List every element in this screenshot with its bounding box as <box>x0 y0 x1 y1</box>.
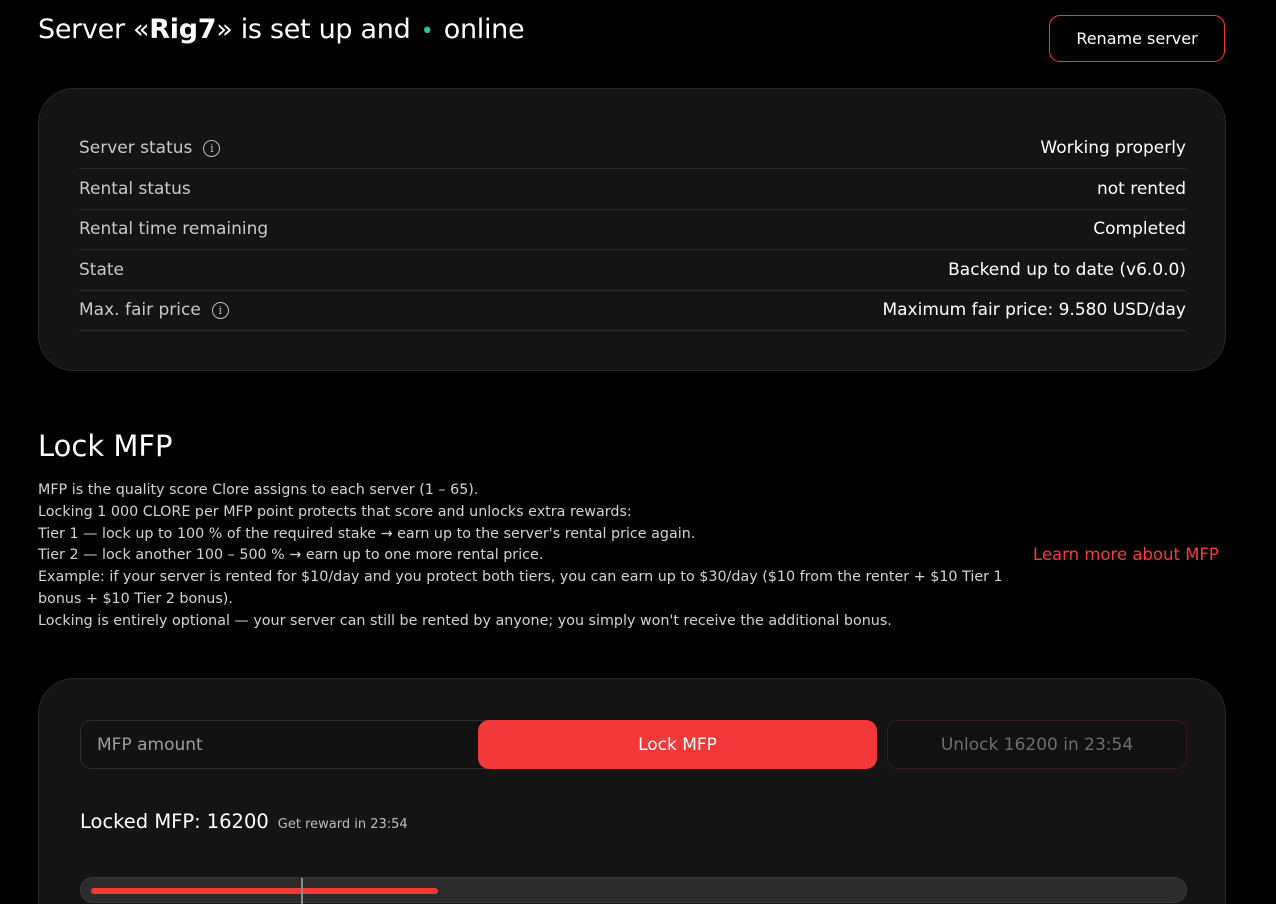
online-status-dot: • <box>420 19 434 44</box>
status-row-max-fair-price: Max. fair price i Maximum fair price: 9.… <box>79 290 1186 331</box>
status-value: Completed <box>1093 219 1186 239</box>
title-prefix: Server « <box>38 14 150 45</box>
lock-progress-fill <box>91 888 438 894</box>
status-value: not rented <box>1096 179 1186 199</box>
description-line: Locking is entirely optional — your serv… <box>38 612 892 629</box>
online-status-text: online <box>443 14 525 45</box>
status-row-server-status: Server status i Working properly <box>79 128 1186 169</box>
description-line: Tier 1 — lock up to 100 % of the require… <box>38 525 696 542</box>
description-line: MFP is the quality score Clore assigns t… <box>38 482 479 498</box>
title-middle: » is set up and <box>216 14 411 45</box>
lock-progress-marker <box>301 878 303 904</box>
locked-mfp-value: 16200 <box>206 810 269 833</box>
status-value: Backend up to date (v6.0.0) <box>948 260 1186 280</box>
info-icon[interactable]: i <box>203 139 221 157</box>
server-page: Server «Rig7» is set up and • online Ren… <box>0 0 1276 904</box>
status-row-rental-time: Rental time remaining Completed <box>79 209 1186 250</box>
lock-mfp-card: Lock MFP Unlock 16200 in 23:54 Locked MF… <box>38 678 1226 904</box>
lock-mfp-heading: Lock MFP <box>38 429 173 463</box>
status-label-wrap: Server status i <box>79 138 221 158</box>
info-icon[interactable]: i <box>211 301 229 319</box>
unlock-mfp-button[interactable]: Unlock 16200 in 23:54 <box>887 720 1187 769</box>
reward-countdown: Get reward in 23:54 <box>277 817 408 832</box>
status-value: Working properly <box>1040 138 1186 158</box>
status-label: Rental status <box>79 179 191 199</box>
locked-mfp-summary: Locked MFP: 16200 Get reward in 23:54 <box>80 810 408 833</box>
description-line: Tier 2 — lock another 100 – 500 % → earn… <box>38 547 544 564</box>
locked-mfp-label: Locked MFP: <box>80 810 201 833</box>
status-row-state: State Backend up to date (v6.0.0) <box>79 250 1186 291</box>
status-label: Rental time remaining <box>79 219 269 239</box>
server-name: Rig7 <box>149 14 217 45</box>
status-label: Max. fair price <box>79 300 201 320</box>
lock-progress-bar <box>80 877 1187 904</box>
description-line: Example: if your server is rented for $1… <box>38 569 1003 607</box>
learn-more-mfp-link[interactable]: Learn more about MFP <box>1033 545 1219 564</box>
description-line: Locking 1 000 CLORE per MFP point protec… <box>38 503 632 520</box>
status-label: Server status <box>79 138 193 158</box>
status-label-wrap: Max. fair price i <box>79 300 229 320</box>
rename-server-button[interactable]: Rename server <box>1049 15 1225 62</box>
mfp-amount-input[interactable] <box>80 720 500 769</box>
status-label: State <box>79 260 124 280</box>
page-title: Server «Rig7» is set up and • online <box>38 12 525 50</box>
lock-mfp-button[interactable]: Lock MFP <box>478 720 877 769</box>
status-row-rental-status: Rental status not rented <box>79 169 1186 210</box>
lock-mfp-description: MFP is the quality score Clore assigns t… <box>38 480 1023 633</box>
status-value: Maximum fair price: 9.580 USD/day <box>882 300 1186 320</box>
server-status-card: Server status i Working properly Rental … <box>38 88 1226 371</box>
